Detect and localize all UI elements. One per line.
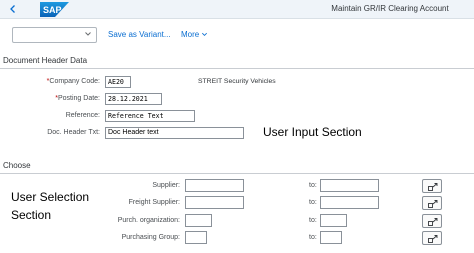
app-title: Maintain GR/IR Clearing Account xyxy=(331,4,449,13)
company-code-field[interactable]: AE20 xyxy=(105,76,131,88)
multiple-selection-icon xyxy=(428,183,438,191)
chevron-down-icon xyxy=(85,32,91,36)
back-icon xyxy=(10,5,15,13)
choose-title: Choose xyxy=(3,161,31,170)
reference-field[interactable]: Reference Text xyxy=(105,110,195,122)
more-label: More xyxy=(181,30,200,39)
freight-supplier-multiple-selection-button[interactable] xyxy=(422,196,442,210)
company-code-description: STREIT Security Vehicles xyxy=(198,78,276,85)
document-header-title: Document Header Data xyxy=(3,56,88,65)
posting-date-label: *Posting Date: xyxy=(55,95,100,102)
save-as-variant-button[interactable]: Save as Variant... xyxy=(108,30,171,40)
company-code-label: *Company Code: xyxy=(46,78,100,85)
user-input-section-annotation: User Input Section xyxy=(263,125,362,139)
doc-header-txt-field[interactable]: Doc Header text xyxy=(105,127,244,139)
multiple-selection-icon xyxy=(428,218,438,226)
freight-supplier-to-field[interactable] xyxy=(320,196,379,209)
freight-supplier-to-label: to: xyxy=(309,199,317,206)
doc-header-txt-label: Doc. Header Txt: xyxy=(47,129,100,136)
sap-logo: SAP xyxy=(40,2,69,17)
supplier-to-field[interactable] xyxy=(320,179,379,192)
multiple-selection-icon xyxy=(428,200,438,208)
supplier-multiple-selection-button[interactable] xyxy=(422,179,442,193)
purchasing-group-to-label: to: xyxy=(309,234,317,241)
back-button[interactable] xyxy=(5,1,21,17)
more-button[interactable]: More xyxy=(181,30,208,40)
user-selection-annotation-line1: User Selection xyxy=(11,190,90,204)
purch-organization-from-field[interactable] xyxy=(185,214,212,227)
chevron-down-icon xyxy=(202,32,208,36)
reference-label: Reference: xyxy=(65,112,100,119)
purchasing-group-label: Purchasing Group: xyxy=(121,234,180,241)
purchasing-group-to-field[interactable] xyxy=(320,231,342,244)
section-divider xyxy=(0,173,474,174)
save-as-variant-label: Save as Variant... xyxy=(108,30,171,39)
purch-organization-multiple-selection-button[interactable] xyxy=(422,214,442,228)
multiple-selection-icon xyxy=(428,235,438,243)
purch-organization-to-label: to: xyxy=(309,217,317,224)
user-selection-annotation-line2: Section xyxy=(11,208,52,222)
freight-supplier-from-field[interactable] xyxy=(185,196,244,209)
freight-supplier-label: Freight Supplier: xyxy=(128,199,180,206)
supplier-label: Supplier: xyxy=(152,182,180,189)
toolbar: Save as Variant... More xyxy=(0,19,474,51)
section-divider xyxy=(0,68,474,69)
variant-select[interactable] xyxy=(12,27,97,43)
shell-bar: SAP Maintain GR/IR Clearing Account xyxy=(0,0,474,19)
purch-organization-to-field[interactable] xyxy=(320,214,347,227)
supplier-from-field[interactable] xyxy=(185,179,244,192)
purchasing-group-from-field[interactable] xyxy=(185,231,207,244)
supplier-to-label: to: xyxy=(309,182,317,189)
svg-text:SAP: SAP xyxy=(43,5,62,15)
purchasing-group-multiple-selection-button[interactable] xyxy=(422,231,442,245)
purch-organization-label: Purch. organization: xyxy=(117,217,180,224)
posting-date-field[interactable]: 28.12.2021 xyxy=(105,93,162,105)
